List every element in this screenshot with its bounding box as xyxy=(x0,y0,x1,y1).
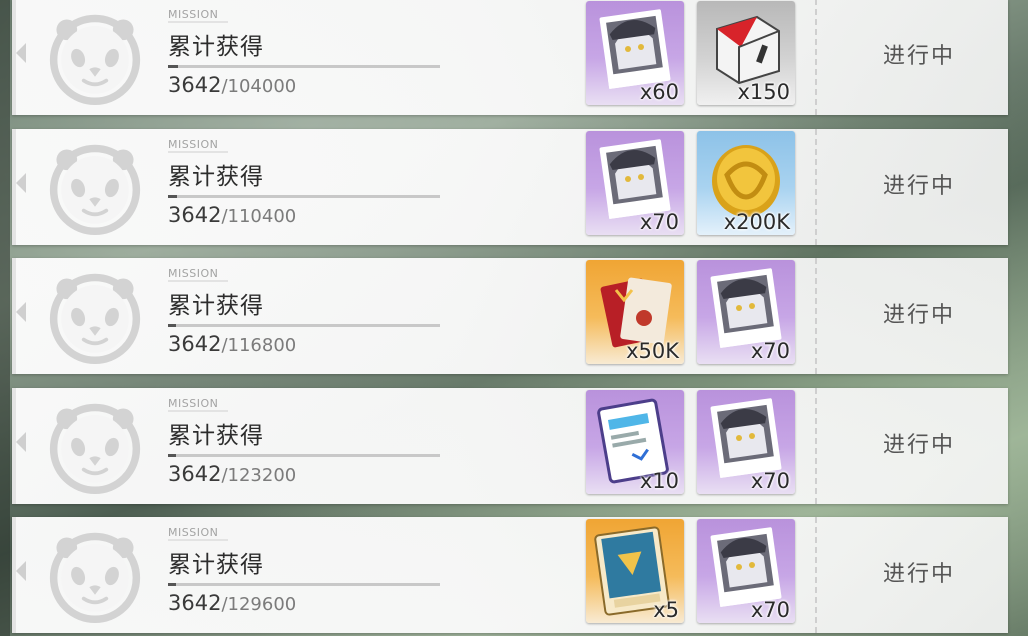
mission-card: MISSION 累计获得 3642/104000 x60 x150 进行中 xyxy=(12,0,1008,115)
reward-quantity: x10 xyxy=(639,469,679,493)
mission-title: 累计获得 xyxy=(168,34,264,60)
progress-text: 3642/116800 xyxy=(168,332,296,356)
reward-item[interactable]: x5 xyxy=(586,519,684,623)
mission-card: MISSION 累计获得 3642/116800 x50K x70 进行中 xyxy=(12,258,1008,374)
progress-current: 3642 xyxy=(168,591,222,615)
mission-tag: MISSION xyxy=(168,138,229,153)
dashed-divider xyxy=(815,517,817,633)
card-notch-indicator xyxy=(16,561,26,581)
card-notch-indicator xyxy=(16,43,26,63)
progress-current: 3642 xyxy=(168,203,222,227)
progress-current: 3642 xyxy=(168,73,222,97)
reward-quantity: x60 xyxy=(639,80,679,104)
reward-item[interactable]: x150 xyxy=(697,1,795,105)
reward-item[interactable]: x70 xyxy=(697,390,795,494)
progress-text: 3642/104000 xyxy=(168,73,296,97)
mission-status: 进行中 xyxy=(882,303,955,328)
mission-status: 进行中 xyxy=(882,44,955,69)
mission-tag: MISSION xyxy=(168,526,229,541)
progress-target: 116800 xyxy=(227,335,297,356)
mission-row-3: MISSION 累计获得 3642/116800 x50K x70 进行中 xyxy=(12,258,1020,374)
card-notch-indicator xyxy=(16,302,26,322)
dashed-divider xyxy=(815,258,817,374)
card-notch-indicator xyxy=(16,432,26,452)
progress-bar-fill xyxy=(168,583,176,586)
progress-bar xyxy=(168,454,440,457)
panda-icon xyxy=(49,532,141,623)
mission-row-1: MISSION 累计获得 3642/104000 x60 x150 进行中 xyxy=(12,0,1020,115)
mission-title: 累计获得 xyxy=(168,164,264,190)
panda-icon xyxy=(49,273,141,364)
reward-item[interactable]: x60 xyxy=(586,1,684,105)
progress-bar-fill xyxy=(168,195,177,198)
mission-tag: MISSION xyxy=(168,267,229,282)
progress-bar-fill xyxy=(168,454,177,457)
progress-target: 123200 xyxy=(227,465,297,486)
mission-title: 累计获得 xyxy=(168,552,264,578)
reward-quantity: x200K xyxy=(723,210,790,234)
progress-bar xyxy=(168,65,440,68)
progress-bar-fill xyxy=(168,324,177,327)
reward-quantity: x70 xyxy=(750,598,790,622)
mission-card: MISSION 累计获得 3642/129600 x5 x70 进行中 xyxy=(12,517,1008,633)
progress-text: 3642/123200 xyxy=(168,462,296,486)
mission-tag: MISSION xyxy=(168,8,229,23)
card-notch-indicator xyxy=(16,173,26,193)
dashed-divider xyxy=(815,0,817,115)
dashed-divider xyxy=(815,129,817,245)
mission-tag: MISSION xyxy=(168,397,229,412)
progress-bar-fill xyxy=(168,65,178,68)
reward-item[interactable]: x70 xyxy=(697,519,795,623)
reward-item[interactable]: x70 xyxy=(697,260,795,364)
mission-row-4: MISSION 累计获得 3642/123200 x10 x70 进行中 xyxy=(12,388,1020,504)
reward-quantity: x150 xyxy=(737,80,790,104)
progress-target: 129600 xyxy=(227,594,297,615)
dashed-divider xyxy=(815,388,817,504)
progress-bar xyxy=(168,583,440,586)
background-edge xyxy=(0,0,10,636)
progress-bar xyxy=(168,324,440,327)
progress-bar xyxy=(168,195,440,198)
reward-item[interactable]: x10 xyxy=(586,390,684,494)
mission-row-5: MISSION 累计获得 3642/129600 x5 x70 进行中 xyxy=(12,517,1020,633)
mission-card: MISSION 累计获得 3642/110400 x70 x200K 进行中 xyxy=(12,129,1008,245)
reward-item[interactable]: x200K xyxy=(697,131,795,235)
mission-status: 进行中 xyxy=(882,174,955,199)
mission-title: 累计获得 xyxy=(168,293,264,319)
reward-quantity: x70 xyxy=(750,469,790,493)
progress-target: 104000 xyxy=(227,76,297,97)
progress-text: 3642/129600 xyxy=(168,591,296,615)
mission-card: MISSION 累计获得 3642/123200 x10 x70 进行中 xyxy=(12,388,1008,504)
mission-title: 累计获得 xyxy=(168,423,264,449)
reward-quantity: x70 xyxy=(750,339,790,363)
progress-text: 3642/110400 xyxy=(168,203,296,227)
mission-row-2: MISSION 累计获得 3642/110400 x70 x200K 进行中 xyxy=(12,129,1020,245)
reward-quantity: x5 xyxy=(653,598,679,622)
reward-item[interactable]: x70 xyxy=(586,131,684,235)
reward-quantity: x70 xyxy=(639,210,679,234)
reward-item[interactable]: x50K xyxy=(586,260,684,364)
progress-target: 110400 xyxy=(227,206,297,227)
panda-icon xyxy=(49,403,141,494)
panda-icon xyxy=(49,14,141,105)
mission-status: 进行中 xyxy=(882,433,955,458)
mission-status: 进行中 xyxy=(882,562,955,587)
panda-icon xyxy=(49,144,141,235)
reward-quantity: x50K xyxy=(626,339,679,363)
progress-current: 3642 xyxy=(168,462,222,486)
progress-current: 3642 xyxy=(168,332,222,356)
